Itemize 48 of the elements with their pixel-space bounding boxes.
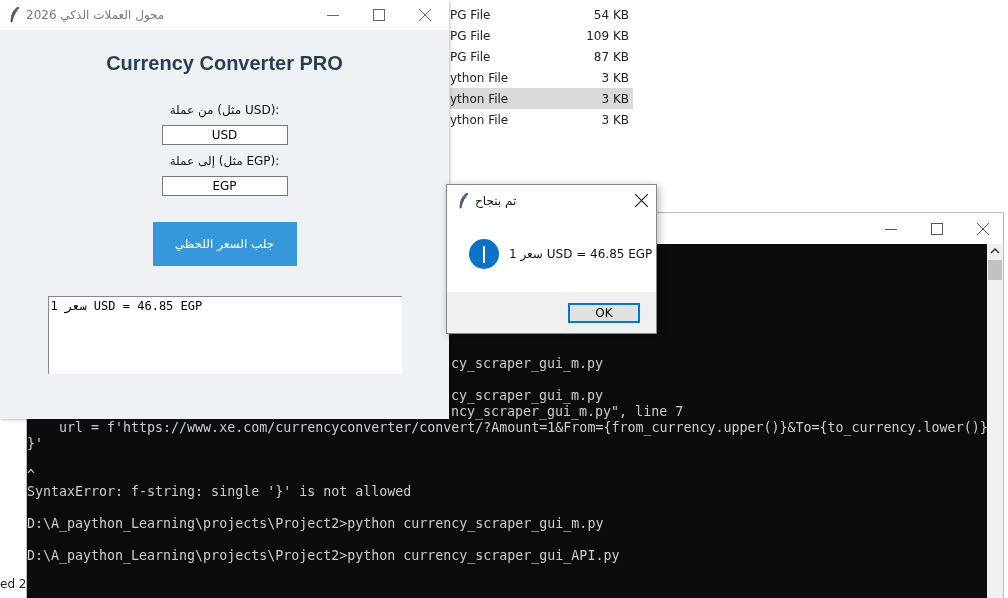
file-row[interactable]: PG File 87 KB <box>450 46 633 67</box>
from-currency-field[interactable]: USD <box>161 125 288 145</box>
dialog-title: تم بنجاح <box>475 193 517 208</box>
from-label: من عملة (مثل USD): <box>169 102 280 118</box>
close-icon[interactable] <box>635 194 648 207</box>
console-line: SyntaxError: f-string: single '}' is not allowed <box>27 484 412 500</box>
result-text-area[interactable]: سعر 1 USD = 46.85 EGP <box>47 296 402 374</box>
window-title: محول العملات الذكي 2026 <box>26 8 165 22</box>
result-text: سعر 1 USD = 46.85 EGP <box>50 299 203 313</box>
console-line: cy_scraper_gui_m.py <box>451 356 604 372</box>
file-row[interactable]: ython File 3 KB <box>450 67 633 88</box>
file-size: 87 KB <box>593 49 630 64</box>
console-line: ncy_scraper_gui_m.py", line 7 <box>451 404 684 420</box>
to-currency-field[interactable]: EGP <box>161 176 288 196</box>
file-row[interactable]: PG File 54 KB <box>450 4 633 25</box>
console-line: D:\A_paython_Learning\projects\Project2>python currency_scraper_gui_m.py <box>27 516 604 532</box>
info-icon <box>469 239 499 269</box>
file-row[interactable]: ython File 3 KB <box>450 88 633 109</box>
console-line: cy_scraper_gui_m.py <box>451 388 604 404</box>
file-type: ython File <box>450 91 509 106</box>
close-icon[interactable] <box>977 222 989 235</box>
file-type: ython File <box>450 70 509 85</box>
file-size: 109 KB <box>586 28 630 43</box>
dialog-message: 1 سعر USD = 46.85 EGP <box>509 247 653 261</box>
feather-icon <box>459 192 469 209</box>
app-heading: Currency Converter PRO <box>106 52 343 75</box>
file-row[interactable]: ython File 3 KB <box>450 109 633 130</box>
maximize-icon[interactable] <box>931 222 943 235</box>
file-type: PG File <box>450 7 491 22</box>
file-row[interactable]: PG File 109 KB <box>450 25 633 46</box>
console-line: D:\A_paython_Learning\projects\Project2>python currency_scraper_gui_API.py <box>27 548 620 564</box>
to-label: إلى عملة (مثل EGP): <box>169 153 280 169</box>
file-size: 3 KB <box>601 91 630 106</box>
file-size: 3 KB <box>601 70 630 85</box>
file-type: PG File <box>450 28 491 43</box>
status-text: ed 2 <box>0 577 27 591</box>
file-size: 54 KB <box>593 7 630 22</box>
console-line: }' <box>27 436 43 452</box>
console-line: url = f'https://www.xe.com/currencyconverter/convert/?Amount=1&From={from_currency.upper()}&To={to_currency.lower()} <box>58 420 988 436</box>
console-line: ^ <box>27 468 35 484</box>
scrollbar[interactable] <box>987 244 1003 598</box>
ok-button[interactable]: OK <box>568 302 640 323</box>
file-type: ython File <box>450 112 509 127</box>
feather-icon <box>10 7 20 23</box>
file-type: PG File <box>450 49 491 64</box>
file-size: 3 KB <box>601 112 630 127</box>
maximize-icon[interactable] <box>373 9 385 21</box>
scroll-thumb[interactable] <box>988 260 1002 280</box>
